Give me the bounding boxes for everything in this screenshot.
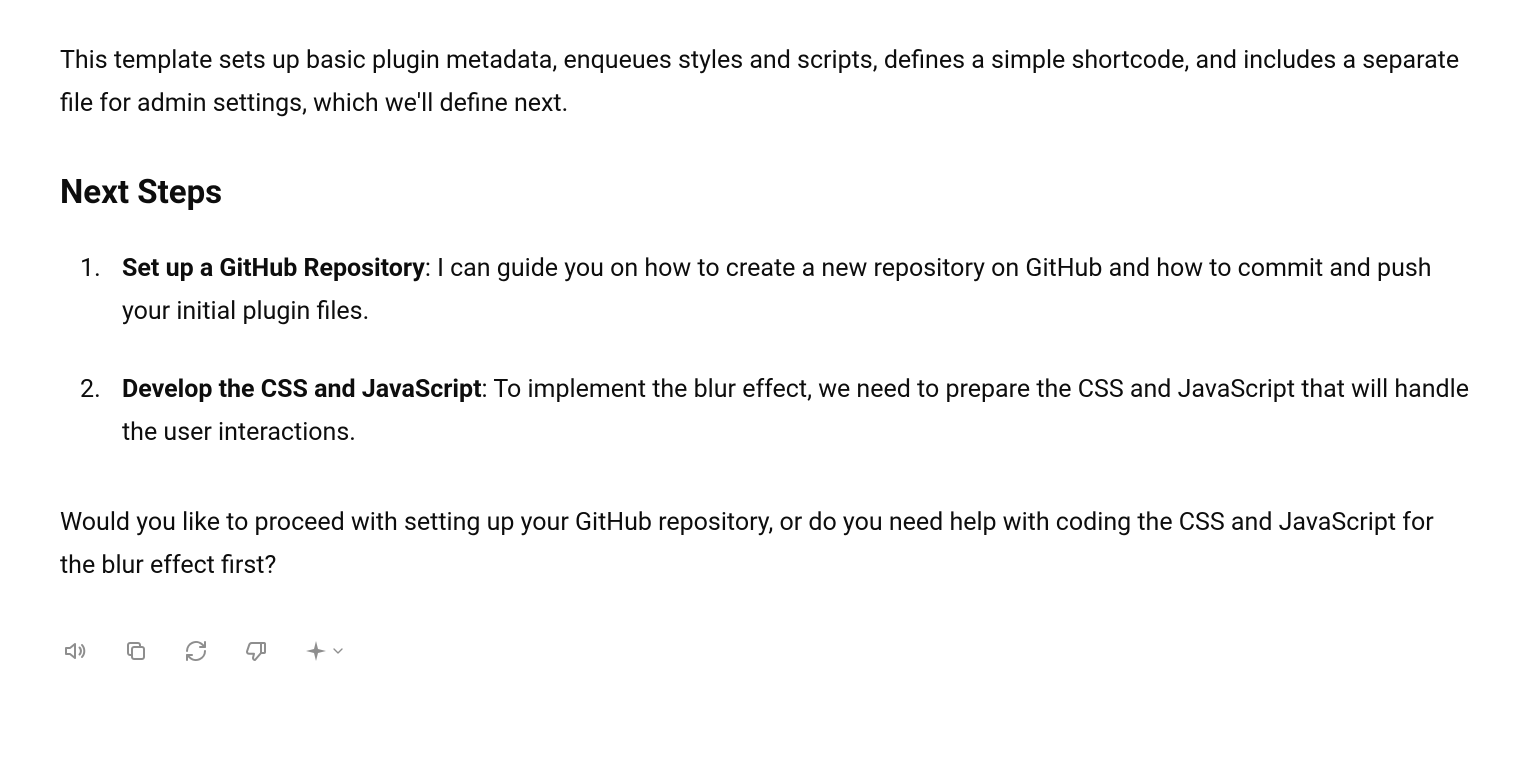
closing-paragraph: Would you like to proceed with setting u… (60, 502, 1472, 587)
regenerate-button[interactable] (180, 635, 212, 667)
read-aloud-button[interactable] (60, 635, 92, 667)
chevron-down-icon (330, 643, 346, 659)
step-title: Develop the CSS and JavaScript (122, 375, 482, 404)
intro-paragraph: This template sets up basic plugin metad… (60, 40, 1472, 125)
copy-icon (124, 639, 148, 663)
copy-button[interactable] (120, 635, 152, 667)
sparkle-icon (304, 639, 328, 663)
next-steps-heading: Next Steps (60, 173, 1472, 212)
thumbs-down-button[interactable] (240, 635, 272, 667)
steps-list: Set up a GitHub Repository: I can guide … (80, 248, 1472, 454)
step-title: Set up a GitHub Repository (122, 254, 425, 283)
model-selector-button[interactable] (300, 635, 350, 667)
thumbs-down-icon (244, 639, 268, 663)
speaker-icon (64, 639, 88, 663)
message-content: This template sets up basic plugin metad… (60, 40, 1472, 587)
list-item: Set up a GitHub Repository: I can guide … (80, 248, 1472, 333)
list-item: Develop the CSS and JavaScript: To imple… (80, 369, 1472, 454)
regenerate-icon (184, 639, 208, 663)
message-actions (60, 635, 1472, 667)
